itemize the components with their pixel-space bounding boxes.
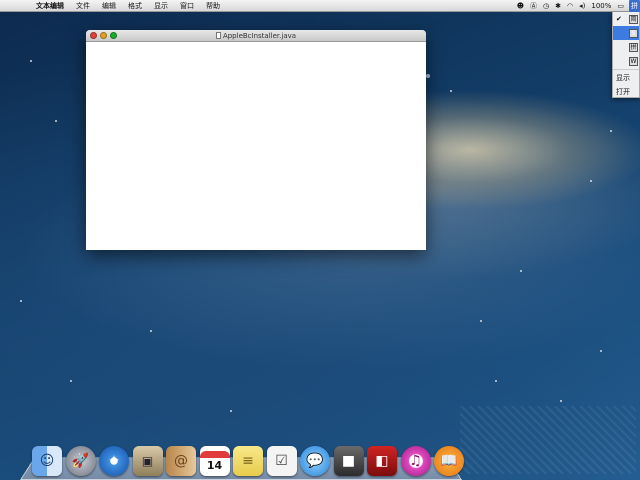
input-menu-show[interactable]: 显示 — [613, 71, 639, 85]
reminders-icon[interactable]: ☑ — [266, 446, 297, 476]
menu-format[interactable]: 格式 — [122, 0, 148, 12]
flag-icon: 简 — [629, 14, 638, 24]
adobe-icon[interactable]: Ⓐ — [527, 0, 540, 12]
status-area: ☻ Ⓐ ◷ ✱ ◠ ◂) 100% ▭ 拼 — [514, 0, 640, 12]
wubi-icon: W — [629, 56, 638, 66]
calendar-header — [199, 450, 230, 458]
finder-icon[interactable]: ☺ — [32, 446, 62, 476]
calendar-day: 14 — [206, 458, 223, 472]
input-menu-open-label: 打开 — [616, 88, 630, 96]
pinyin-icon: 拼 — [629, 42, 638, 52]
document-text-area[interactable] — [86, 42, 426, 250]
input-menu-item-sogou[interactable]: S — [613, 26, 639, 40]
photo-booth-icon[interactable]: ◧ — [367, 446, 397, 476]
input-source-menu: ✔ 简 S 拼 W 显示 打开 — [612, 12, 640, 98]
zoom-button[interactable] — [110, 32, 117, 39]
menu-window[interactable]: 窗口 — [174, 0, 200, 12]
notes-icon[interactable]: ≡ — [233, 446, 263, 476]
sogou-icon: S — [629, 28, 638, 38]
wifi-icon[interactable]: ◠ — [564, 0, 576, 12]
minimize-button[interactable] — [100, 32, 107, 39]
menu-app-name[interactable]: 文本编辑 — [30, 0, 70, 12]
input-menu-item-pinyin[interactable]: 拼 — [613, 40, 639, 54]
messages-icon[interactable]: 💬 — [300, 446, 330, 476]
dock: ☺ 🚀 ✦ ▣ @ 14 ≡ ☑ 💬 ■ ◧ ♫ 📖 — [32, 440, 468, 476]
menu-bar: 文本编辑 文件 编辑 格式 显示 窗口 帮助 ☻ Ⓐ ◷ ✱ ◠ ◂) 100%… — [0, 0, 640, 12]
menu-file[interactable]: 文件 — [70, 0, 96, 12]
watermark-pattern — [460, 406, 636, 474]
calendar-icon[interactable]: 14 — [199, 446, 230, 476]
textedit-window: AppleBcInstaller.java — [86, 30, 426, 250]
safari-icon[interactable]: ✦ — [99, 446, 129, 476]
battery-icon[interactable]: ▭ — [614, 0, 627, 12]
menu-view[interactable]: 显示 — [148, 0, 174, 12]
window-titlebar[interactable]: AppleBcInstaller.java — [86, 30, 426, 42]
close-button[interactable] — [90, 32, 97, 39]
volume-icon[interactable]: ◂) — [576, 0, 588, 12]
contacts-icon[interactable]: @ — [166, 446, 196, 476]
menu-edit[interactable]: 编辑 — [96, 0, 122, 12]
input-menu-open[interactable]: 打开 — [613, 85, 639, 97]
time-machine-icon[interactable]: ◷ — [540, 0, 552, 12]
input-source-icon[interactable]: 拼 — [629, 0, 640, 12]
menu-separator — [613, 69, 639, 70]
bluetooth-icon[interactable]: ✱ — [552, 0, 564, 12]
input-menu-show-label: 显示 — [616, 74, 630, 82]
checkmark-icon: ✔ — [616, 15, 622, 23]
facetime-icon[interactable]: ■ — [333, 446, 364, 476]
input-menu-item-wubi[interactable]: W — [613, 54, 639, 68]
penguin-icon[interactable]: ☻ — [514, 0, 527, 12]
launchpad-icon[interactable]: 🚀 — [65, 446, 96, 476]
itunes-icon[interactable]: ♫ — [400, 446, 431, 476]
battery-percentage[interactable]: 100% — [588, 0, 614, 12]
window-title-text: AppleBcInstaller.java — [222, 32, 297, 40]
input-menu-item-chinese[interactable]: ✔ 简 — [613, 12, 639, 26]
window-title: AppleBcInstaller.java — [86, 30, 426, 42]
document-icon — [215, 32, 221, 39]
menu-help[interactable]: 帮助 — [200, 0, 226, 12]
preview-icon[interactable]: ▣ — [132, 446, 163, 476]
